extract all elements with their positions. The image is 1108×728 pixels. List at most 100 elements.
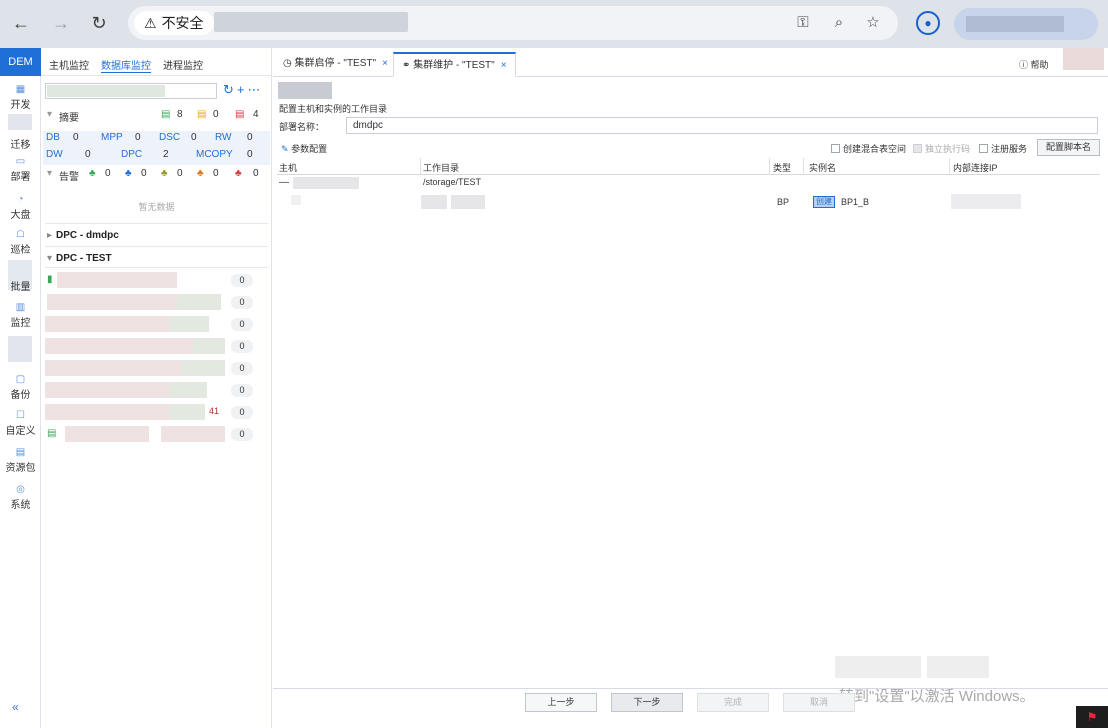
sidebar-item-migrate[interactable]: 迁移 — [0, 136, 41, 151]
profile-icon[interactable]: ● — [916, 11, 940, 35]
col-host[interactable]: 主机 — [279, 161, 297, 174]
search-input[interactable] — [45, 83, 217, 99]
alarm-level-icon: ♣ — [161, 168, 168, 179]
close-icon[interactable]: × — [501, 60, 507, 71]
monitor-tabs: 主机监控 数据库监控 进程监控 — [41, 48, 272, 76]
col-workdir[interactable]: 工作目录 — [423, 161, 459, 174]
reload-icon[interactable]: ↻ — [86, 10, 112, 36]
alarm-count: 0 — [177, 168, 183, 179]
prev-step-button[interactable]: 上一步 — [525, 693, 597, 712]
sidebar-item-backup[interactable]: ▢ 备份 — [0, 374, 41, 401]
sidebar-blurred-item-2 — [8, 336, 32, 362]
instance-row[interactable]: 0 — [45, 336, 257, 354]
instance-metric: 41 — [209, 406, 220, 416]
status-icon: ▮ — [47, 274, 53, 285]
grid-icon: ▦ — [15, 84, 26, 95]
key-icon[interactable]: ⚿ — [792, 13, 814, 33]
param-config-button[interactable]: ✎ 参数配置 — [281, 142, 327, 155]
summary-ok-count: 8 — [177, 109, 183, 120]
tab-cluster-startstop[interactable]: ◷ 集群启停 - "TEST" × — [275, 52, 396, 77]
mixed-tablespace-checkbox[interactable]: 创建混合表空间 — [831, 142, 906, 155]
page-title-blurred — [278, 82, 332, 99]
table-row[interactable]: — /storage/TEST — [277, 176, 1100, 190]
collapse-icon[interactable]: « — [12, 700, 19, 714]
back-icon[interactable]: ← — [8, 10, 34, 36]
brand-logo[interactable]: DEM — [0, 48, 41, 76]
zoom-icon[interactable]: ⌕ — [828, 13, 850, 33]
edit-icon: ✎ — [281, 144, 289, 154]
tab-db-monitor[interactable]: 数据库监控 — [101, 57, 151, 73]
grid-value: 0 — [247, 149, 253, 160]
activation-watermark: 转到"设置"以激活 Windows。 — [839, 688, 1035, 705]
star-icon[interactable]: ☆ — [862, 13, 884, 33]
finish-button[interactable]: 完成 — [697, 693, 769, 712]
instance-row[interactable]: 41 0 — [45, 402, 257, 420]
forward-icon[interactable]: → — [48, 10, 74, 36]
sidebar-item-package[interactable]: ▤ 资源包 — [0, 447, 41, 474]
profile-chip[interactable] — [954, 8, 1098, 40]
help-link[interactable]: ⓘ 帮助 — [1019, 58, 1049, 71]
workdir-value: /storage/TEST — [423, 177, 482, 187]
instance-row[interactable]: ▮ 0 — [45, 270, 257, 288]
instance-value: BP1_B — [841, 197, 870, 207]
next-step-button[interactable]: 下一步 — [611, 693, 683, 712]
type-value: BP — [777, 197, 790, 207]
sidebar-item-deploy[interactable]: ▭ 部署 — [0, 156, 41, 183]
create-tag: 创建 — [813, 196, 835, 208]
group-test[interactable]: ▾ DPC - TEST — [47, 253, 112, 264]
summary-label: 摘要 — [59, 113, 79, 124]
tab-process-monitor[interactable]: 进程监控 — [163, 57, 203, 72]
config-title: 配置主机和实例的工作目录 — [279, 104, 388, 114]
summary-row[interactable]: ▾ 摘要 ▤ 8 ▤ 0 ▤ 4 — [41, 106, 272, 124]
sidebar-item-dashboard[interactable]: ◔ 大盘 — [0, 194, 41, 221]
taskbar-corner-icon[interactable]: ⚑ — [1076, 706, 1108, 728]
deploy-name-field[interactable]: dmdpc — [346, 117, 1098, 134]
close-icon[interactable]: × — [382, 58, 388, 69]
sidebar-item-inspect[interactable]: ☖ 巡检 — [0, 229, 41, 256]
sidebar-item-batch[interactable]: 批量 — [0, 278, 41, 293]
address-bar[interactable]: ⚠ 不安全 ⚿ ⌕ ☆ — [128, 6, 898, 40]
instance-count: 0 — [231, 318, 253, 331]
add-icon[interactable]: + — [237, 82, 248, 97]
instance-row[interactable]: 0 — [45, 292, 257, 310]
col-internal-ip[interactable]: 内部连接IP — [953, 161, 998, 174]
monitor-icon: ▥ — [15, 302, 26, 313]
security-chip[interactable]: ⚠ 不安全 — [134, 11, 214, 35]
group-dmdpc[interactable]: ▸ DPC - dmdpc — [47, 230, 119, 241]
alarm-row[interactable]: ▾ 告警 ♣ 0 ♣ 0 ♣ 0 ♣ 0 ♣ 0 — [41, 165, 272, 183]
sidebar-item-dev[interactable]: ▦ 开发 — [0, 84, 41, 111]
register-service-checkbox[interactable]: 注册服务 — [979, 142, 1027, 155]
no-data-text: 暂无数据 — [138, 202, 175, 212]
refresh-icon[interactable]: ↻ — [223, 82, 237, 97]
package-icon: ▤ — [15, 447, 26, 458]
instance-row[interactable]: 0 — [45, 380, 257, 398]
instance-row[interactable]: 0 — [45, 314, 257, 332]
clock-icon: ◷ — [283, 58, 292, 69]
sidebar-item-system[interactable]: ◎ 系统 — [0, 484, 41, 511]
config-script-button[interactable]: 配置脚本名 — [1037, 139, 1100, 156]
table-row[interactable]: BP 创建 BP1_B — [277, 192, 1100, 212]
url-text — [214, 12, 408, 32]
exec-code-checkbox[interactable]: 独立执行码 — [913, 142, 970, 155]
col-instance[interactable]: 实例名 — [809, 161, 836, 174]
grid-value: 0 — [73, 132, 79, 143]
collapse-triangle-icon: ▾ — [47, 168, 53, 179]
tab-host-monitor[interactable]: 主机监控 — [49, 57, 89, 72]
instance-row[interactable]: ▤ 0 — [45, 424, 257, 442]
sidebar-item-monitor[interactable]: ▥ 监控 — [0, 302, 41, 329]
alarm-level-icon: ♣ — [89, 168, 96, 179]
gauge-icon: ◔ — [17, 194, 24, 205]
grid-value: 0 — [85, 149, 91, 160]
tab-cluster-maintain[interactable]: ⚭ 集群维护 - "TEST" × — [393, 52, 516, 77]
cancel-button[interactable]: 取消 — [783, 693, 855, 712]
instance-row[interactable]: 0 — [45, 358, 257, 376]
col-type[interactable]: 类型 — [773, 161, 791, 174]
grid-label: MPP — [101, 132, 123, 143]
sidebar-item-custom[interactable]: ☐ 自定义 — [0, 410, 41, 437]
summary-warn-count: 0 — [213, 109, 219, 120]
backup-icon: ▢ — [15, 374, 26, 385]
table-header: 主机 工作目录 类型 实例名 内部连接IP — [277, 158, 1100, 175]
status-icon: ▤ — [47, 428, 57, 439]
browser-toolbar: ← → ↻ ⚠ 不安全 ⚿ ⌕ ☆ ● — [0, 0, 1108, 48]
more-icon[interactable]: ⋯ — [248, 82, 264, 97]
